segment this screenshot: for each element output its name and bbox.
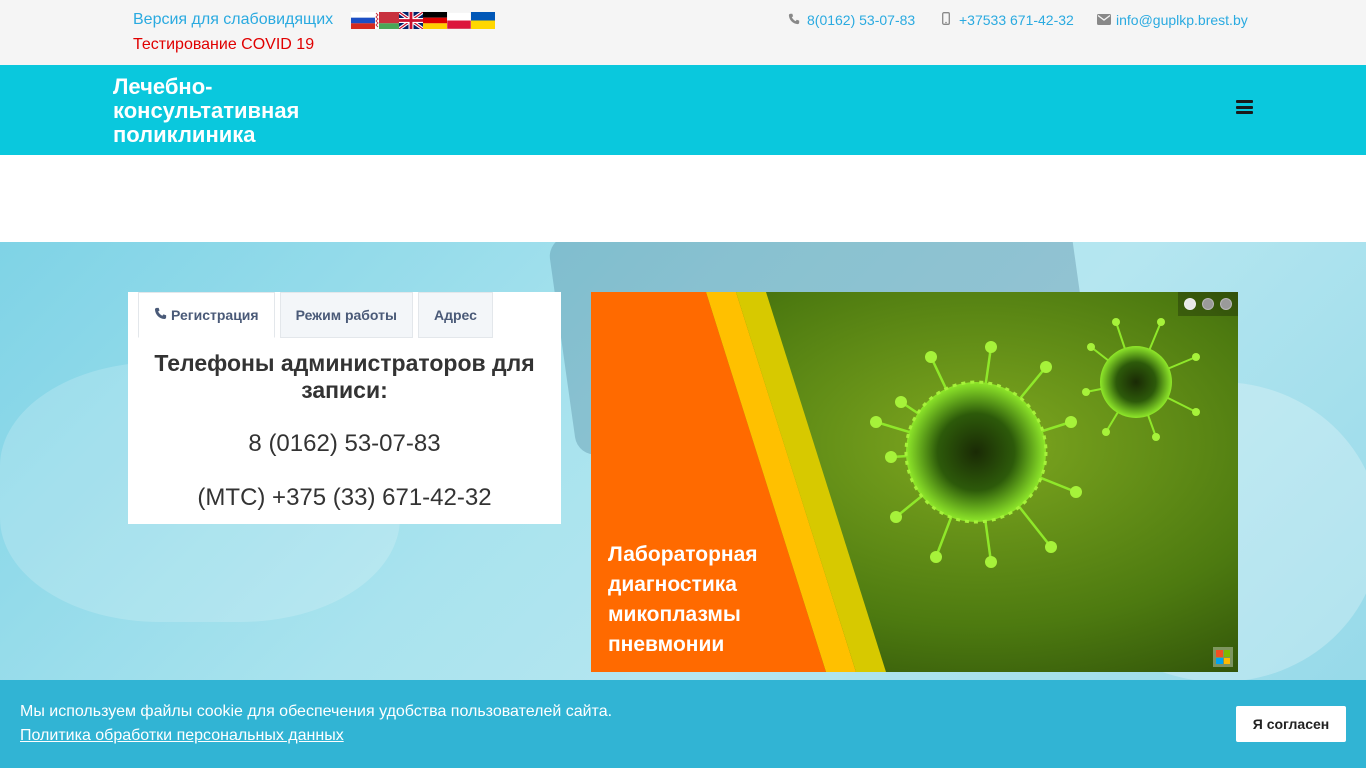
slider-dot-1[interactable] xyxy=(1184,298,1196,310)
low-vision-version-link[interactable]: Версия для слабовидящих xyxy=(133,11,333,29)
contact-phone[interactable]: 8(0162) 53-07-83 xyxy=(788,12,915,28)
cookie-consent-bar: Мы используем файлы cookie для обеспечен… xyxy=(0,680,1366,768)
hamburger-menu-icon[interactable] xyxy=(1236,100,1253,114)
panel-title: Телефоны администраторов для записи: xyxy=(154,350,535,403)
site-brand[interactable]: Лечебно-консультативная поликлиника xyxy=(113,75,353,147)
russian-flag[interactable] xyxy=(351,12,375,29)
phone-icon xyxy=(154,307,167,323)
envelope-icon xyxy=(1097,13,1111,28)
belarusian-flag[interactable] xyxy=(375,12,399,29)
slider-pagination xyxy=(1178,298,1232,310)
top-bar: Версия для слабовидящих Тестирование COV… xyxy=(0,0,1366,65)
info-tabs-panel: Регистрация Режим работы Адрес Телефоны … xyxy=(128,292,561,524)
tab-address-label: Адрес xyxy=(433,307,477,323)
privacy-policy-link[interactable]: Политика обработки персональных данных xyxy=(20,727,344,745)
cookie-message: Мы используем файлы cookie для обеспечен… xyxy=(20,703,613,720)
covid-testing-link[interactable]: Тестирование COVID 19 xyxy=(133,36,314,54)
tab-working-hours[interactable]: Режим работы xyxy=(279,292,413,338)
tab-list: Регистрация Режим работы Адрес xyxy=(138,292,498,338)
contact-mobile-text: +37533 671-42-32 xyxy=(959,12,1074,28)
language-flags xyxy=(351,12,495,29)
slide-caption: Лабораторная диагностика микоплазмы пнев… xyxy=(608,543,758,656)
polish-flag[interactable] xyxy=(447,12,471,29)
tab-registration-label: Регистрация xyxy=(171,307,259,323)
contact-mobile[interactable]: +37533 671-42-32 xyxy=(940,12,1074,28)
english-flag[interactable] xyxy=(399,12,423,29)
admin-phone-2: (МТС) +375 (33) 671-42-32 xyxy=(197,484,492,511)
phone-icon xyxy=(788,13,800,28)
admin-phone-1: 8 (0162) 53-07-83 xyxy=(248,430,441,457)
contact-phone-text: 8(0162) 53-07-83 xyxy=(807,12,916,28)
ukrainian-flag[interactable] xyxy=(471,12,495,29)
contact-email[interactable]: info@guplkp.brest.by xyxy=(1097,12,1248,28)
contact-email-text: info@guplkp.brest.by xyxy=(1116,12,1248,28)
german-flag[interactable] xyxy=(423,12,447,29)
site-header: Лечебно-консультативная поликлиника xyxy=(0,65,1366,155)
tab-working-hours-label: Режим работы xyxy=(295,307,397,323)
slider-dot-2[interactable] xyxy=(1202,298,1214,310)
windows-logo-icon xyxy=(1213,647,1233,667)
image-slider[interactable]: Лабораторная диагностика микоплазмы пнев… xyxy=(591,292,1238,672)
slider-dot-3[interactable] xyxy=(1220,298,1232,310)
tab-registration[interactable]: Регистрация xyxy=(138,292,275,338)
cookie-accept-button[interactable]: Я согласен xyxy=(1236,706,1346,742)
mobile-icon xyxy=(940,12,952,28)
tab-address[interactable]: Адрес xyxy=(417,292,493,338)
